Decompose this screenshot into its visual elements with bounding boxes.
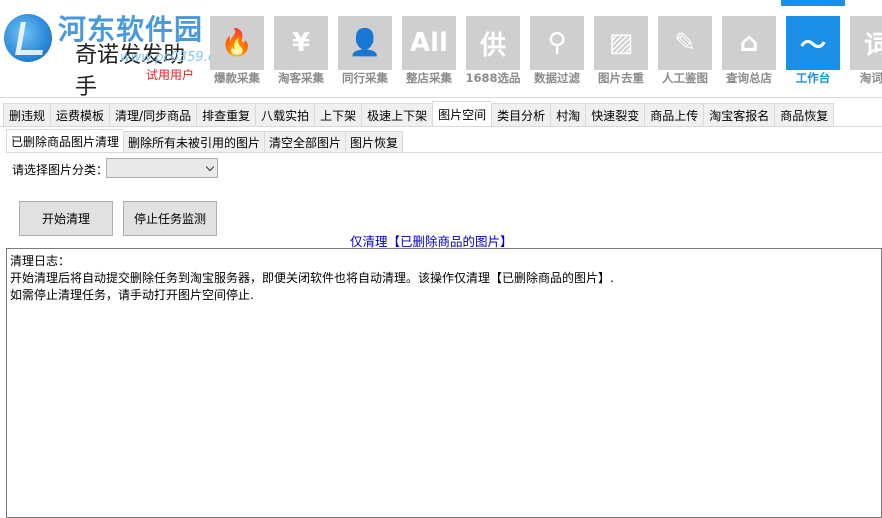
stop-monitor-button[interactable]: 停止任务监测	[123, 201, 217, 236]
tab-main-7[interactable]: 图片空间	[432, 101, 492, 127]
app-logo: 河东软件园 奇诺发发助手 www.pc0359.cn 试用用户	[0, 0, 223, 97]
main-tab-bar: 删违规 运费模板 清理/同步商品 排查重复 八载实拍 上下架 极速上下架 图片空间 类目分析 村淘…	[3, 101, 835, 127]
toolbar-item-label: 淘词助	[859, 71, 882, 85]
broom-icon: ✎	[658, 16, 712, 70]
log-title: 清理日志：	[10, 254, 71, 268]
tab-main-11[interactable]: 商品上传	[644, 103, 704, 127]
tab-sub-2[interactable]: 清空全部图片	[264, 131, 346, 153]
tab-main-13[interactable]: 商品恢复	[774, 103, 835, 127]
toolbar-item-label: 爆款采集	[214, 71, 260, 85]
dashboard-icon: 〜	[786, 16, 840, 70]
word-icon: 词	[850, 16, 882, 70]
yen-icon: ¥	[274, 16, 328, 70]
tab-main-5[interactable]: 上下架	[314, 103, 362, 127]
filter-icon: ⚲	[530, 16, 584, 70]
category-select[interactable]	[106, 158, 218, 178]
tab-main-10[interactable]: 快速裂变	[585, 103, 645, 127]
toolbar-item-label: 整店采集	[406, 71, 452, 85]
toolbar-item-store[interactable]: ⌂ 查询总店	[717, 0, 781, 97]
all-icon: All	[402, 16, 456, 70]
toolbar-item-filter[interactable]: ⚲ 数据过滤	[525, 0, 589, 97]
tab-main-8[interactable]: 类目分析	[491, 103, 551, 127]
toolbar-item-label: 数据过滤	[534, 71, 580, 85]
flame-icon: 🔥	[210, 16, 264, 70]
start-clean-button[interactable]: 开始清理	[19, 201, 113, 236]
tab-sub-3[interactable]: 图片恢复	[345, 131, 404, 153]
app-header: 河东软件园 奇诺发发助手 www.pc0359.cn 试用用户 🔥 爆款采集 ¥ 淘客…	[0, 0, 882, 98]
toolbar-item-word[interactable]: 词淘词助	[845, 0, 882, 97]
tab-main-3[interactable]: 排查重复	[196, 103, 256, 127]
category-label: 请选择图片分类：	[12, 163, 109, 177]
toolbar-item-supply[interactable]: 供 1688选品	[461, 0, 525, 97]
toolbar-item-yen[interactable]: ¥ 淘客采集	[269, 0, 333, 97]
toolbar-item-broom[interactable]: ✎ 人工鉴图	[653, 0, 717, 97]
toolbar-item-label: 人工鉴图	[662, 71, 708, 85]
toolbar-item-label: 工作台	[795, 71, 831, 85]
tab-main-2[interactable]: 清理/同步商品	[109, 103, 197, 127]
tab-main-1[interactable]: 运费模板	[50, 103, 110, 127]
sub-tab-divider	[6, 152, 882, 153]
logo-badge-icon	[4, 14, 52, 62]
tab-main-0[interactable]: 删违规	[3, 103, 51, 127]
tab-main-9[interactable]: 村淘	[550, 103, 586, 127]
log-line: 开始清理后将自动提交删除任务到淘宝服务器，即便关闭软件也将自动清理。该操作仅清理…	[10, 271, 614, 285]
toolbar-item-label: 图片去重	[598, 71, 644, 85]
toolbar-item-label: 1688选品	[465, 71, 521, 85]
tab-sub-1[interactable]: 删除所有未被引用的图片	[123, 131, 265, 153]
toolbar-item-all[interactable]: All 整店采集	[397, 0, 461, 97]
toolbar-item-image[interactable]: ▨ 图片去重	[589, 0, 653, 97]
tab-main-12[interactable]: 淘宝客报名	[703, 103, 775, 127]
store-icon: ⌂	[722, 16, 776, 70]
toolbar-item-flame[interactable]: 🔥 爆款采集	[205, 0, 269, 97]
person-icon: 👤	[338, 16, 392, 70]
tab-main-4[interactable]: 八载实拍	[255, 103, 315, 127]
main-toolbar: 🔥 爆款采集 ¥ 淘客采集 👤 同行采集 All 整店采集供 1688选品 ⚲ 数据过滤 ▨ 图片去重 ✎…	[205, 0, 882, 97]
clean-log-textarea[interactable]: 清理日志： 开始清理后将自动提交删除任务到淘宝服务器，即便关闭软件也将自动清理。…	[6, 248, 882, 518]
toolbar-item-person[interactable]: 👤 同行采集	[333, 0, 397, 97]
toolbar-item-label: 淘客采集	[278, 71, 324, 85]
toolbar-item-dashboard[interactable]: 〜工作台	[781, 0, 845, 97]
supply-icon: 供	[466, 16, 520, 70]
image-icon: ▨	[594, 16, 648, 70]
chevron-down-icon	[205, 162, 215, 172]
tab-main-6[interactable]: 极速上下架	[361, 103, 433, 127]
toolbar-item-label: 查询总店	[726, 71, 772, 85]
main-tab-divider	[0, 126, 882, 127]
sub-tab-bar: 已删除商品图片清理 删除所有未被引用的图片 清空全部图片 图片恢复	[6, 129, 404, 153]
log-line: 如需停止清理任务，请手动打开图片空间停止.	[10, 288, 254, 302]
trial-user-label: 试用用户	[146, 68, 195, 82]
toolbar-item-label: 同行采集	[342, 71, 388, 85]
tab-sub-0[interactable]: 已删除商品图片清理	[6, 129, 124, 153]
